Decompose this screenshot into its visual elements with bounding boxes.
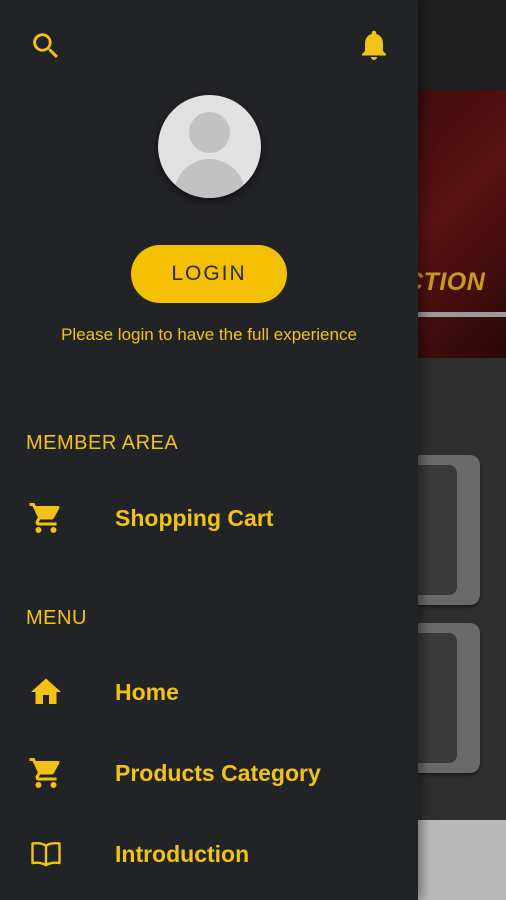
- member-area-title: MEMBER AREA: [26, 432, 179, 454]
- menu-section-title: MENU: [26, 607, 87, 629]
- book-icon: [26, 834, 66, 874]
- cart-icon: [26, 498, 66, 538]
- home-icon: [26, 672, 66, 712]
- bell-icon[interactable]: [356, 26, 392, 64]
- menu-item-shopping-cart[interactable]: Shopping Cart: [0, 488, 418, 548]
- menu-item-label: Introduction: [115, 840, 250, 867]
- menu-item-products-category[interactable]: Products Category: [0, 743, 418, 803]
- menu-item-label: Home: [115, 678, 179, 705]
- login-button[interactable]: LOGIN: [131, 245, 287, 303]
- menu-item-label: Shopping Cart: [115, 504, 274, 531]
- menu-item-home[interactable]: Home: [0, 662, 418, 722]
- login-hint-text: Please login to have the full experience: [61, 325, 357, 344]
- menu-item-label: Products Category: [115, 759, 321, 786]
- avatar-body: [174, 159, 245, 198]
- cart-icon: [26, 753, 66, 793]
- menu-item-introduction[interactable]: Introduction: [0, 824, 418, 884]
- avatar[interactable]: [158, 95, 261, 198]
- search-icon[interactable]: [28, 28, 64, 64]
- avatar-head: [189, 112, 230, 153]
- navigation-drawer: LOGIN Please login to have the full expe…: [0, 0, 418, 900]
